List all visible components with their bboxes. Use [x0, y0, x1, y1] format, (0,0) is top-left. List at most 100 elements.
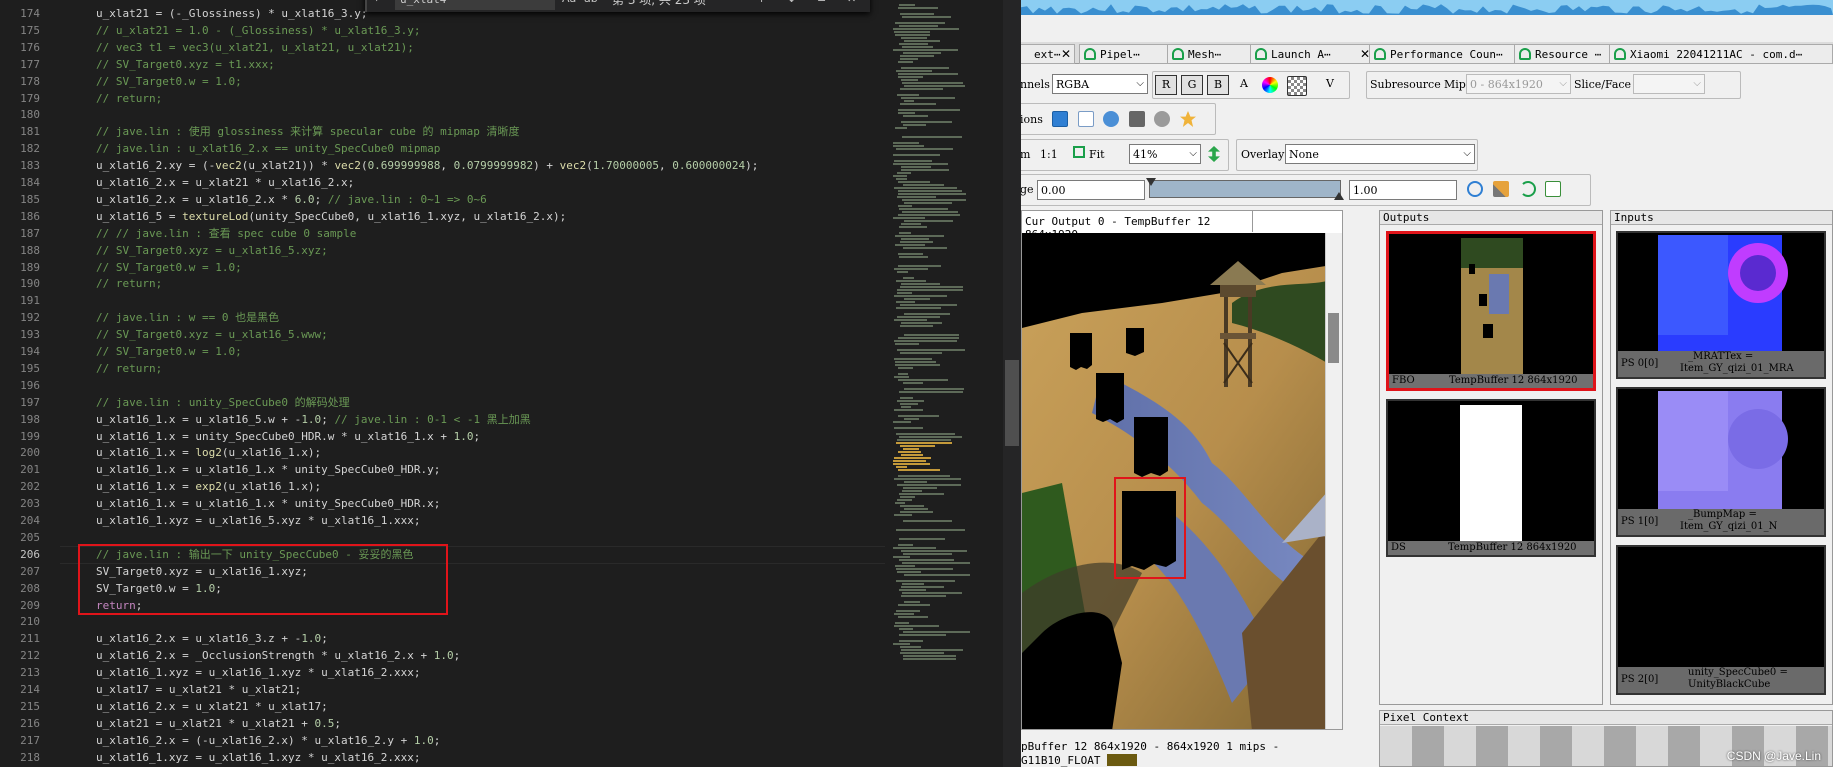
wrench-icon[interactable]	[1154, 111, 1170, 127]
fit-button[interactable]: Fit	[1089, 148, 1105, 161]
reset-range-icon[interactable]	[1520, 181, 1536, 197]
tab-capture-connection[interactable]: Xiaomi 22041211AC - com.d⋯	[1609, 44, 1833, 64]
minimap-line	[899, 538, 945, 540]
match-case-icon[interactable]: Aa	[562, 0, 576, 5]
code-line[interactable]: u_xlat21 = (-_Glossiness) * u_xlat16_3.y…	[96, 5, 368, 22]
channel-r-toggle[interactable]: R	[1155, 75, 1177, 95]
find-in-selection-icon[interactable]: ≡	[817, 0, 826, 5]
range-max-handle[interactable]	[1334, 192, 1344, 200]
code-line[interactable]: // jave.lin : u_xlat16_2.x == unity_Spec…	[96, 140, 440, 157]
zoom-range-icon[interactable]	[1467, 181, 1483, 197]
code-line[interactable]: // SV_Target0.w = 1.0;	[96, 259, 242, 276]
input-thumbnail-mra[interactable]: PS 0[0] _MRATTex = Item_GY_qizi_01_MRA	[1616, 231, 1826, 379]
code-line[interactable]: // jave.lin : unity_SpecCube0 的解码处理	[96, 394, 350, 411]
close-icon[interactable]: ✕	[1061, 47, 1071, 61]
texture-viewer[interactable]	[1021, 210, 1343, 730]
channel-b-toggle[interactable]: B	[1207, 75, 1229, 95]
code-line[interactable]: u_xlat16_2.x = _OcclusionStrength * u_xl…	[96, 647, 460, 664]
editor-scrollbar-thumb[interactable]	[1005, 360, 1019, 446]
tab-performance-counters[interactable]: Performance Coun⋯✕	[1369, 44, 1533, 64]
minimap-line	[904, 202, 952, 204]
code-line[interactable]: // jave.lin : 使用 glossiness 来计算 specular…	[96, 123, 520, 140]
input-thumbnail-speccube[interactable]: PS 2[0] unity_SpecCube0 = UnityBlackCube	[1616, 545, 1826, 695]
checkerboard-icon[interactable]	[1287, 76, 1307, 96]
auto-fit-icon[interactable]	[1493, 181, 1509, 197]
code-line[interactable]: u_xlat16_2.xy = (-vec2(u_xlat21)) * vec2…	[96, 157, 758, 174]
code-line[interactable]: // SV_Target0.w = 1.0;	[96, 343, 242, 360]
minimap-line	[898, 544, 913, 546]
histogram-icon[interactable]	[1545, 181, 1561, 197]
code-line[interactable]: // // jave.lin : 查看 spec cube 0 sample	[96, 225, 356, 242]
code-line[interactable]: // u_xlat21 = 1.0 - (_Glossiness) * u_xl…	[96, 22, 421, 39]
code-line[interactable]: u_xlat16_1.xyz = u_xlat16_1.xyz * u_xlat…	[96, 664, 421, 681]
flip-y-toggle[interactable]: V	[1319, 75, 1341, 95]
zoom-select[interactable]: 41% ⌵	[1129, 144, 1201, 164]
code-line[interactable]: u_xlat16_2.x = u_xlat16_3.z + -1.0;	[96, 630, 328, 647]
code-line[interactable]: // SV_Target0.xyz = u_xlat16_5.www;	[96, 326, 328, 343]
viewer-tab[interactable]: Cur Output 0 - TempBuffer 12 864x1920	[1021, 210, 1253, 241]
code-line[interactable]: // SV_Target0.xyz = t1.xxx;	[96, 56, 275, 73]
code-line[interactable]: // vec3 t1 = vec3(u_xlat21, u_xlat21, u_…	[96, 39, 414, 56]
code-line[interactable]: u_xlat16_1.xyz = u_xlat16_5.xyz * u_xlat…	[96, 512, 421, 529]
code-line[interactable]: // return;	[96, 90, 162, 107]
scene-render-image[interactable]	[1022, 233, 1343, 730]
code-area[interactable]: u_xlat21 = (-_Glossiness) * u_xlat16_3.y…	[60, 0, 885, 767]
range-max-input[interactable]: 1.00	[1349, 180, 1457, 200]
code-line[interactable]: // return;	[96, 275, 162, 292]
find-widget[interactable]: › u_xlat4 Aa ab .* 第 3 项, 共 23 项 ↑ ↓ ≡ ✕	[365, 0, 870, 12]
viewer-scrollbar-thumb[interactable]	[1328, 313, 1339, 363]
viewer-scrollbar[interactable]	[1325, 233, 1342, 729]
pixel-context-header: Pixel Context	[1380, 711, 1832, 725]
code-line[interactable]: u_xlat16_2.x = u_xlat21 * u_xlat17;	[96, 698, 328, 715]
minimap-line	[902, 583, 924, 585]
code-line[interactable]: u_xlat16_1.x = u_xlat16_5.w + -1.0; // j…	[96, 411, 531, 428]
code-line[interactable]: u_xlat16_2.x = u_xlat21 * u_xlat16_2.x;	[96, 174, 354, 191]
zoom-1to1-button[interactable]: 1:1	[1040, 148, 1058, 161]
code-line[interactable]: u_xlat17 = u_xlat21 * u_xlat21;	[96, 681, 301, 698]
goto-location-icon[interactable]	[1103, 111, 1119, 127]
minimap[interactable]	[885, 0, 1003, 767]
channel-g-toggle[interactable]: G	[1181, 75, 1203, 95]
code-line[interactable]: u_xlat16_1.xyz = u_xlat16_1.xyz * u_xlat…	[96, 749, 421, 766]
code-line[interactable]: u_xlat16_1.x = unity_SpecCube0_HDR.w * u…	[96, 428, 480, 445]
output-thumbnail-depth[interactable]: DS TempBuffer 12 864x1920	[1386, 399, 1596, 557]
code-line[interactable]: // jave.lin : w == 0 也是黑色	[96, 309, 279, 326]
code-line[interactable]: u_xlat16_2.x = (-u_xlat16_2.x) * u_xlat1…	[96, 732, 440, 749]
range-min-handle[interactable]	[1146, 178, 1156, 186]
code-line[interactable]: u_xlat16_1.x = exp2(u_xlat16_1.x);	[96, 478, 321, 495]
channels-select[interactable]: RGBA ⌵	[1052, 74, 1148, 94]
channel-a-toggle[interactable]: A	[1233, 75, 1255, 95]
next-match-icon[interactable]: ↓	[787, 0, 796, 5]
slice-face-select[interactable]: ⌵	[1633, 74, 1705, 94]
tab-texture-viewer[interactable]: ext⋯ ✕	[1021, 44, 1075, 64]
code-line[interactable]: u_xlat16_5 = textureLod(unity_SpecCube0,…	[96, 208, 566, 225]
tab-icon	[1172, 48, 1184, 60]
input-thumbnail-bumpmap[interactable]: PS 1[0] _BumpMap = Item_GY_qizi_01_N	[1616, 387, 1826, 537]
save-icon[interactable]	[1052, 111, 1068, 127]
find-input[interactable]: u_xlat4	[395, 0, 555, 10]
mip-select[interactable]: 0 - 864x1920 ⌵	[1466, 74, 1571, 94]
code-line[interactable]: // SV_Target0.xyz = u_xlat16_5.xyz;	[96, 242, 328, 259]
code-line[interactable]: // SV_Target0.w = 1.0;	[96, 73, 242, 90]
whole-word-icon[interactable]: ab	[584, 0, 598, 5]
event-timeline[interactable]	[1021, 0, 1833, 15]
output-thumbnail-fbo[interactable]: FBO TempBuffer 12 864x1920	[1386, 231, 1596, 391]
binoculars-icon[interactable]	[1129, 111, 1145, 127]
overlay-select[interactable]: None ⌵	[1285, 144, 1475, 164]
code-line[interactable]: u_xlat16_1.x = u_xlat16_1.x * unity_Spec…	[96, 461, 440, 478]
previous-match-icon[interactable]: ↑	[757, 0, 766, 5]
code-line[interactable]: u_xlat21 = u_xlat21 * u_xlat21 + 0.5;	[96, 715, 341, 732]
code-editor[interactable]: 174 175 176 177 178 179 180 181 182 183 184 185 186 1…	[0, 0, 1003, 767]
tab-launch-application[interactable]: Launch A⋯ ✕	[1250, 44, 1374, 64]
copy-icon[interactable]	[1078, 111, 1094, 127]
range-min-input[interactable]: 0.00	[1037, 180, 1145, 200]
close-icon[interactable]: ✕	[847, 0, 856, 5]
code-line[interactable]: u_xlat16_1.x = log2(u_xlat16_1.x);	[96, 444, 321, 461]
range-histogram-slider[interactable]	[1146, 178, 1344, 200]
code-line[interactable]: u_xlat16_1.x = u_xlat16_1.x * unity_Spec…	[96, 495, 440, 512]
code-line[interactable]: // return;	[96, 360, 162, 377]
output-preview-graphic	[1389, 234, 1593, 374]
toggle-replace-icon[interactable]: ›	[375, 0, 379, 5]
color-picker-icon[interactable]	[1262, 77, 1278, 93]
code-line[interactable]: u_xlat16_2.x = u_xlat16_2.x * 6.0; // ja…	[96, 191, 487, 208]
